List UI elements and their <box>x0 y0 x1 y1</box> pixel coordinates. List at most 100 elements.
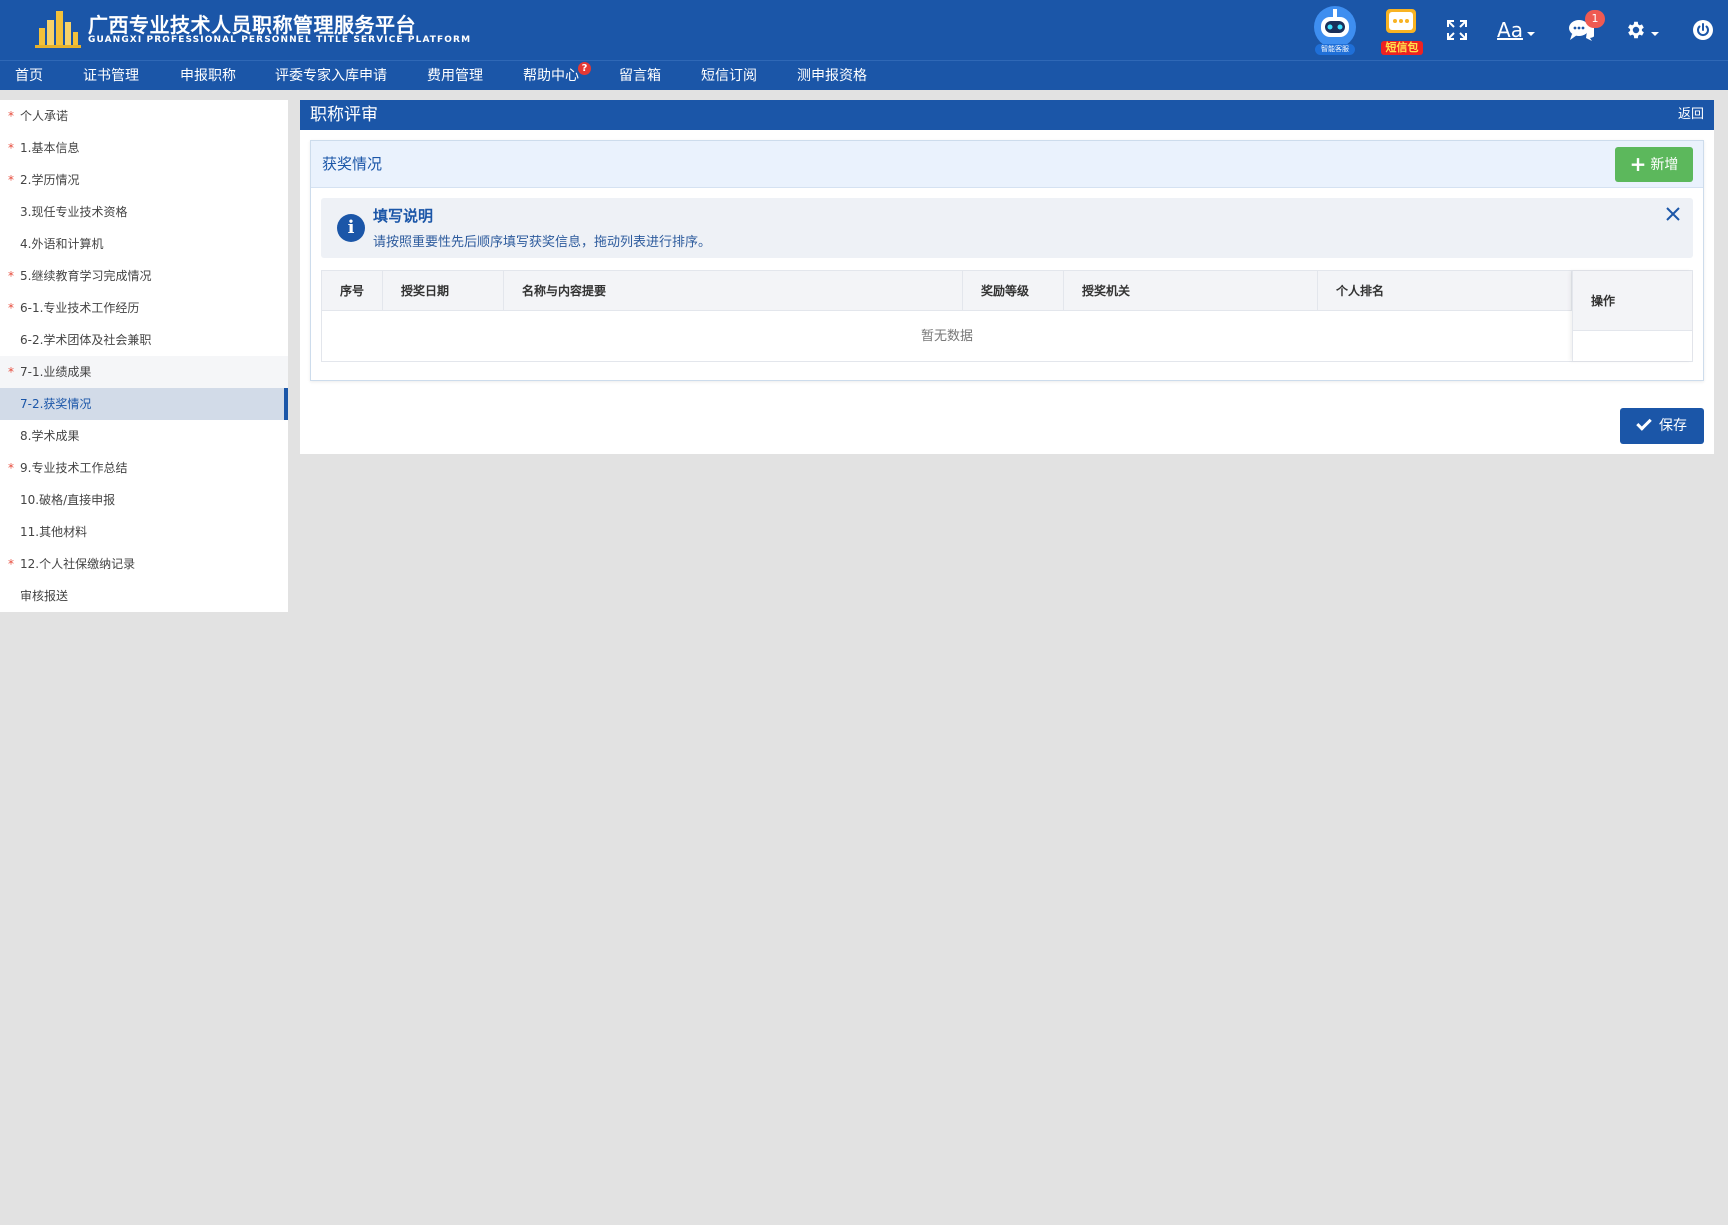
required-star-icon: * <box>8 557 14 571</box>
sidebar-item-label: 5.继续教育学习完成情况 <box>20 269 152 283</box>
sidebar-item-work-experience[interactable]: * 6-1.专业技术工作经历 <box>0 292 288 324</box>
instruction-notice: i 填写说明 请按照重要性先后顺序填写获奖信息，拖动列表进行排序。 <box>321 198 1693 258</box>
sidebar-item-continuing-education[interactable]: * 5.继续教育学习完成情况 <box>0 260 288 292</box>
sms-label: 短信包 <box>1381 41 1423 55</box>
platform-subtitle: GUANGXI PROFESSIONAL PERSONNEL TITLE SER… <box>88 35 472 45</box>
gear-icon <box>1628 21 1644 39</box>
awards-table: 序号 授奖日期 名称与内容提要 奖励等级 授奖机关 个人排名 暂无数据 操作 <box>321 270 1693 362</box>
card-header: 获奖情况 + 新增 <box>311 141 1703 188</box>
required-star-icon: * <box>8 461 14 475</box>
question-badge-icon: ? <box>578 62 591 75</box>
sidebar-item-label: 审核报送 <box>20 589 69 603</box>
main-nav: 首页 证书管理 申报职称 评委专家入库申请 费用管理 帮助中心 ? 留言箱 短信… <box>0 60 1728 90</box>
required-star-icon: * <box>8 301 14 315</box>
close-icon[interactable] <box>1661 204 1685 228</box>
messages-button[interactable]: 1 <box>1563 0 1605 60</box>
page-title: 职称评审 <box>310 105 378 125</box>
col-award-level: 奖励等级 <box>963 271 1064 311</box>
required-star-icon: * <box>8 141 14 155</box>
add-button-label: 新增 <box>1650 157 1679 173</box>
nav-apply-title[interactable]: 申报职称 <box>180 61 236 91</box>
panel-header: 职称评审 返回 <box>300 100 1714 130</box>
actions-column: 操作 <box>1572 271 1692 361</box>
sidebar-item-label: 3.现任专业技术资格 <box>20 205 128 219</box>
ai-service-button[interactable]: 智能客服 <box>1310 0 1360 60</box>
font-size-dropdown[interactable]: Aa <box>1493 0 1539 60</box>
sidebar-item-label: 7-2.获奖情况 <box>20 397 92 411</box>
sidebar-item-current-qualification[interactable]: 3.现任专业技术资格 <box>0 196 288 228</box>
sidebar-item-language-computer[interactable]: 4.外语和计算机 <box>0 228 288 260</box>
sms-package-button[interactable]: 短信包 <box>1376 0 1426 60</box>
expand-icon <box>1447 20 1467 40</box>
sidebar-item-label: 个人承诺 <box>20 109 69 123</box>
sidebar-item-review-submit[interactable]: 审核报送 <box>0 580 288 612</box>
required-star-icon: * <box>8 269 14 283</box>
sidebar-item-awards[interactable]: 7-2.获奖情况 <box>0 388 288 420</box>
sidebar-item-label: 6-1.专业技术工作经历 <box>20 301 140 315</box>
check-icon <box>1636 415 1652 431</box>
sidebar-item-label: 2.学历情况 <box>20 173 80 187</box>
sidebar-item-academic-groups[interactable]: 6-2.学术团体及社会兼职 <box>0 324 288 356</box>
add-button[interactable]: + 新增 <box>1615 147 1693 182</box>
close-x-icon <box>1666 207 1680 221</box>
fullscreen-button[interactable] <box>1440 0 1474 60</box>
nav-sms-subscription[interactable]: 短信订阅 <box>701 61 757 91</box>
sidebar-item-academic-results[interactable]: 8.学术成果 <box>0 420 288 452</box>
sidebar-item-basic-info[interactable]: * 1.基本信息 <box>0 132 288 164</box>
nav-home[interactable]: 首页 <box>15 61 43 91</box>
col-actions: 操作 <box>1573 271 1692 331</box>
required-star-icon: * <box>8 365 14 379</box>
notice-text: 请按照重要性先后顺序填写获奖信息，拖动列表进行排序。 <box>373 235 712 250</box>
platform-title: 广西专业技术人员职称管理服务平台 <box>88 13 416 37</box>
table-header: 序号 授奖日期 名称与内容提要 奖励等级 授奖机关 个人排名 <box>322 271 1692 311</box>
sidebar-item-education[interactable]: * 2.学历情况 <box>0 164 288 196</box>
sidebar-item-commitment[interactable]: * 个人承诺 <box>0 100 288 132</box>
notice-title: 填写说明 <box>373 207 434 225</box>
caret-down-icon <box>1526 32 1535 36</box>
logout-button[interactable] <box>1686 0 1720 60</box>
top-header: 广西专业技术人员职称管理服务平台 GUANGXI PROFESSIONAL PE… <box>0 0 1728 60</box>
sidebar-item-social-insurance[interactable]: * 12.个人社保缴纳记录 <box>0 548 288 580</box>
sidebar-item-label: 6-2.学术团体及社会兼职 <box>20 333 152 347</box>
col-personal-rank: 个人排名 <box>1318 271 1572 311</box>
col-index: 序号 <box>322 271 383 311</box>
settings-dropdown[interactable] <box>1617 0 1667 60</box>
sidebar-item-other-materials[interactable]: 11.其他材料 <box>0 516 288 548</box>
sidebar-item-work-summary[interactable]: * 9.专业技术工作总结 <box>0 452 288 484</box>
sms-icon <box>1386 9 1416 33</box>
save-button-label: 保存 <box>1659 418 1687 434</box>
back-link[interactable]: 返回 <box>1678 100 1704 130</box>
sidebar-item-label: 9.专业技术工作总结 <box>20 461 128 475</box>
sidebar-item-label: 10.破格/直接申报 <box>20 493 116 507</box>
sidebar-item-label: 1.基本信息 <box>20 141 80 155</box>
sidebar-item-exceptional-application[interactable]: 10.破格/直接申报 <box>0 484 288 516</box>
sidebar-item-label: 8.学术成果 <box>20 429 80 443</box>
nav-message-box[interactable]: 留言箱 <box>619 61 661 91</box>
nav-fees[interactable]: 费用管理 <box>427 61 483 91</box>
sidebar-item-label: 12.个人社保缴纳记录 <box>20 557 136 571</box>
nav-expert-application[interactable]: 评委专家入库申请 <box>275 61 387 91</box>
required-star-icon: * <box>8 173 14 187</box>
caret-down-icon <box>1651 32 1659 36</box>
empty-state: 暂无数据 <box>920 329 973 344</box>
nav-help-center[interactable]: 帮助中心 ? <box>523 61 591 91</box>
robot-icon <box>1314 6 1356 48</box>
building-logo-icon <box>35 11 81 48</box>
sidebar-item-label: 4.外语和计算机 <box>20 237 104 251</box>
col-award-authority: 授奖机关 <box>1064 271 1318 311</box>
robot-label: 智能客服 <box>1315 44 1355 55</box>
save-button[interactable]: 保存 <box>1620 408 1704 444</box>
power-icon <box>1693 20 1713 40</box>
main-panel: 职称评审 返回 获奖情况 + 新增 i 填写说明 请按照重要性先后顺序填写获奖信息… <box>300 100 1714 454</box>
col-award-date: 授奖日期 <box>383 271 504 311</box>
nav-certificates[interactable]: 证书管理 <box>83 61 139 91</box>
sidebar-item-label: 11.其他材料 <box>20 525 88 539</box>
nav-eligibility-test[interactable]: 测申报资格 <box>797 61 867 91</box>
sidebar-item-label: 7-1.业绩成果 <box>20 365 92 379</box>
card-title: 获奖情况 <box>322 155 383 173</box>
font-size-label: Aa <box>1497 18 1523 42</box>
sidebar-item-achievements[interactable]: * 7-1.业绩成果 <box>0 356 288 388</box>
step-sidebar: * 个人承诺 * 1.基本信息 * 2.学历情况 3.现任专业技术资格 4.外语和计算… <box>0 100 288 612</box>
col-name-summary: 名称与内容提要 <box>504 271 963 311</box>
info-icon: i <box>337 214 365 242</box>
